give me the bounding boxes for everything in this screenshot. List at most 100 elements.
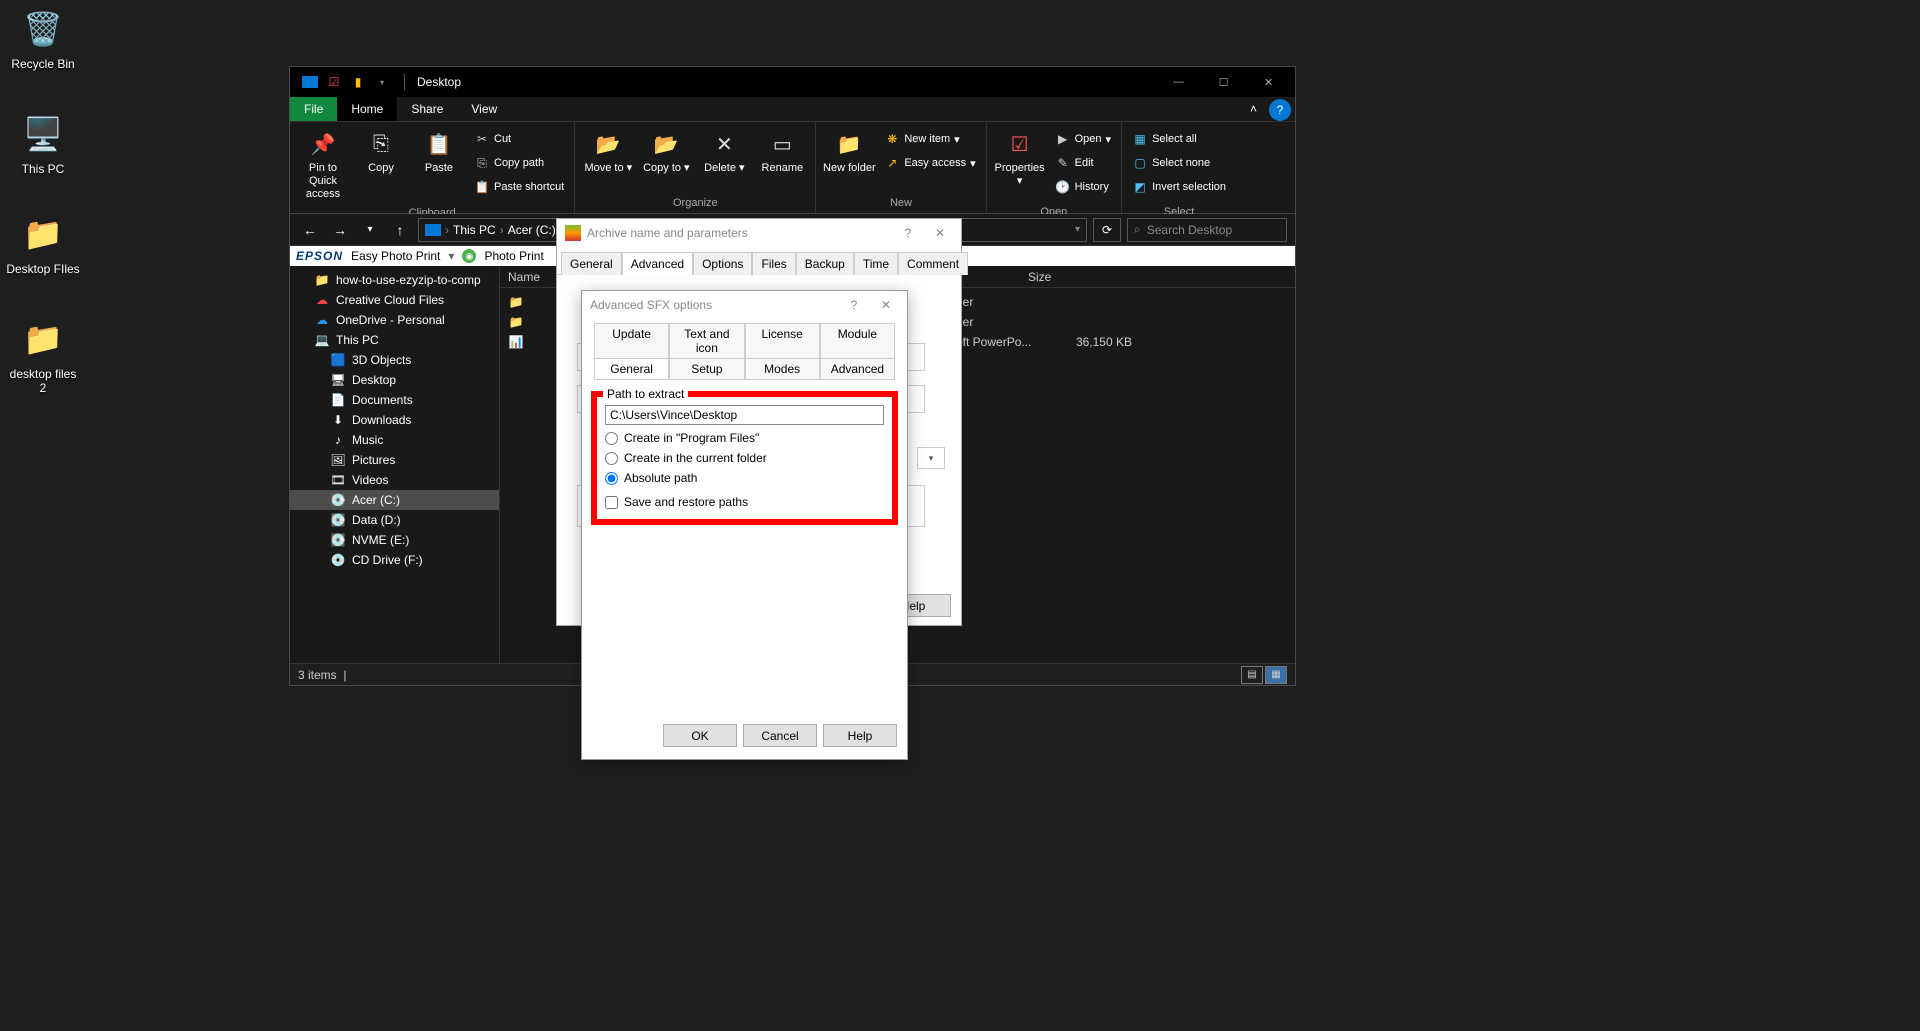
tree-item[interactable]: ♪Music [290, 430, 499, 450]
dialog2-tab-module[interactable]: Module [820, 323, 895, 359]
desktop-icon-this-pc[interactable]: 🖥️This PC [5, 110, 81, 176]
delete-button[interactable]: ✕Delete ▾ [695, 126, 753, 175]
tree-item[interactable]: ☁Creative Cloud Files [290, 290, 499, 310]
path-to-extract-input[interactable] [605, 405, 884, 425]
paste-shortcut-button[interactable]: 📋Paste shortcut [474, 176, 564, 198]
copy-to-button[interactable]: 📂Copy to ▾ [637, 126, 695, 175]
dialog2-tab-modes[interactable]: Modes [745, 359, 820, 380]
tree-item[interactable]: 🖼Pictures [290, 450, 499, 470]
new-folder-button[interactable]: 📁New folder [820, 126, 878, 175]
minimize-button[interactable]: — [1156, 67, 1201, 97]
navigation-tree[interactable]: 📁how-to-use-ezyzip-to-comp☁Creative Clou… [290, 266, 500, 663]
dialog1-tab-general[interactable]: General [561, 252, 622, 275]
desktop-icon-label: Desktop FIles [5, 262, 81, 276]
paste-button[interactable]: 📋Paste [410, 126, 468, 175]
tree-item[interactable]: 📁how-to-use-ezyzip-to-comp [290, 270, 499, 290]
tree-item[interactable]: 💻This PC [290, 330, 499, 350]
select-all-button[interactable]: ▦Select all [1132, 128, 1226, 150]
tab-home[interactable]: Home [337, 97, 397, 121]
tree-item[interactable]: 💽Acer (C:) [290, 490, 499, 510]
dialog1-tab-advanced[interactable]: Advanced [622, 252, 693, 275]
dialog1-tab-files[interactable]: Files [752, 252, 795, 275]
move-to-button[interactable]: 📂Move to ▾ [579, 126, 637, 175]
copy-path-button[interactable]: ⎘Copy path [474, 152, 564, 174]
dialog2-tab-setup[interactable]: Setup [669, 359, 744, 380]
create-current-folder-radio[interactable]: Create in the current folder [605, 451, 884, 465]
combo-dropdown[interactable]: ▾ [917, 447, 945, 469]
edit-button[interactable]: ✎Edit [1055, 152, 1111, 174]
help-icon[interactable]: ? [1269, 99, 1291, 121]
properties-button[interactable]: ☑Properties ▾ [991, 126, 1049, 188]
dialog1-close-icon[interactable]: ✕ [927, 226, 953, 240]
dialog2-tab-update[interactable]: Update [594, 323, 669, 359]
select-none-button[interactable]: ▢Select none [1132, 152, 1226, 174]
column-size[interactable]: Size [1020, 270, 1140, 284]
search-box[interactable]: ⌕ Search Desktop [1127, 218, 1287, 242]
details-view-button[interactable]: ▤ [1241, 666, 1263, 684]
tree-item-icon: 💿 [330, 553, 346, 567]
create-program-files-radio[interactable]: Create in "Program Files" [605, 431, 884, 445]
maximize-button[interactable]: ☐ [1201, 67, 1246, 97]
breadcrumb-segment[interactable]: Acer (C:) [508, 223, 556, 237]
thumbnails-view-button[interactable]: ▦ [1265, 666, 1287, 684]
tree-item[interactable]: 💽NVME (E:) [290, 530, 499, 550]
absolute-path-radio[interactable]: Absolute path [605, 471, 884, 485]
desktop-icon-desktop-files[interactable]: 📁Desktop FIles [5, 210, 81, 276]
refresh-button[interactable]: ⟳ [1093, 218, 1121, 242]
dialog2-ok-button[interactable]: OK [663, 724, 737, 747]
dialog1-tab-options[interactable]: Options [693, 252, 752, 275]
copy-button[interactable]: ⎘Copy [352, 126, 410, 175]
dialog2-help-icon[interactable]: ? [841, 298, 867, 312]
dialog1-help-icon[interactable]: ? [895, 226, 921, 240]
back-button[interactable]: ← [298, 218, 322, 242]
tree-item[interactable]: 📄Documents [290, 390, 499, 410]
qat-dropdown-icon[interactable]: ▾ [374, 74, 390, 90]
tab-file[interactable]: File [290, 97, 337, 121]
pin-quick-access-button[interactable]: 📌Pin to Quick access [294, 126, 352, 201]
tree-item[interactable]: 🎞Videos [290, 470, 499, 490]
dialog2-tab-advanced[interactable]: Advanced [820, 359, 895, 380]
tree-item[interactable]: ⬇Downloads [290, 410, 499, 430]
tree-item-label: Videos [352, 473, 388, 487]
dialog2-tab-general[interactable]: General [594, 359, 669, 380]
qat-properties-icon[interactable]: ☑ [326, 74, 342, 90]
up-button[interactable]: ↑ [388, 218, 412, 242]
tree-item[interactable]: ☁OneDrive - Personal [290, 310, 499, 330]
dialog2-cancel-button[interactable]: Cancel [743, 724, 817, 747]
rename-button[interactable]: ▭Rename [753, 126, 811, 175]
dialog2-tab-license[interactable]: License [745, 323, 820, 359]
address-dropdown-icon[interactable]: ▾ [1075, 224, 1080, 235]
dialog1-tab-comment[interactable]: Comment [898, 252, 968, 275]
save-restore-paths-checkbox[interactable]: Save and restore paths [605, 495, 884, 509]
history-button[interactable]: 🕑History [1055, 176, 1111, 198]
qat-folder-icon[interactable]: ▮ [350, 74, 366, 90]
easy-access-button[interactable]: ↗Easy access ▾ [884, 152, 975, 174]
photo-print-button[interactable]: Photo Print [484, 249, 543, 263]
dialog1-tab-time[interactable]: Time [854, 252, 898, 275]
tree-item[interactable]: 💽Data (D:) [290, 510, 499, 530]
dialog2-titlebar[interactable]: Advanced SFX options ? ✕ [582, 291, 907, 319]
dialog2-tab-text-and-icon[interactable]: Text and icon [669, 323, 744, 359]
recent-dropdown[interactable]: ▾ [358, 218, 382, 242]
cut-button[interactable]: ✂Cut [474, 128, 564, 150]
invert-selection-button[interactable]: ◩Invert selection [1132, 176, 1226, 198]
forward-button[interactable]: → [328, 218, 352, 242]
close-button[interactable]: ✕ [1246, 67, 1291, 97]
dialog2-close-icon[interactable]: ✕ [873, 298, 899, 312]
dialog1-tab-backup[interactable]: Backup [796, 252, 854, 275]
easy-photo-print-button[interactable]: Easy Photo Print [351, 249, 440, 263]
tab-view[interactable]: View [457, 97, 511, 121]
open-button[interactable]: ▶Open ▾ [1055, 128, 1111, 150]
tree-item[interactable]: 🖥Desktop [290, 370, 499, 390]
tab-share[interactable]: Share [397, 97, 457, 121]
tree-item[interactable]: 🟦3D Objects [290, 350, 499, 370]
tree-item[interactable]: 💿CD Drive (F:) [290, 550, 499, 570]
breadcrumb-segment[interactable]: This PC [453, 223, 496, 237]
dialog1-titlebar[interactable]: Archive name and parameters ? ✕ [557, 219, 961, 247]
titlebar[interactable]: ☑ ▮ ▾ Desktop — ☐ ✕ [290, 67, 1295, 97]
desktop-icon-desktop-files-2[interactable]: 📁desktop files 2 [5, 315, 81, 395]
ribbon-collapse-icon[interactable]: ˄ [1242, 97, 1265, 121]
dialog2-help-button[interactable]: Help [823, 724, 897, 747]
desktop-icon-recycle-bin[interactable]: 🗑️Recycle Bin [5, 5, 81, 71]
new-item-button[interactable]: ❋New item ▾ [884, 128, 975, 150]
